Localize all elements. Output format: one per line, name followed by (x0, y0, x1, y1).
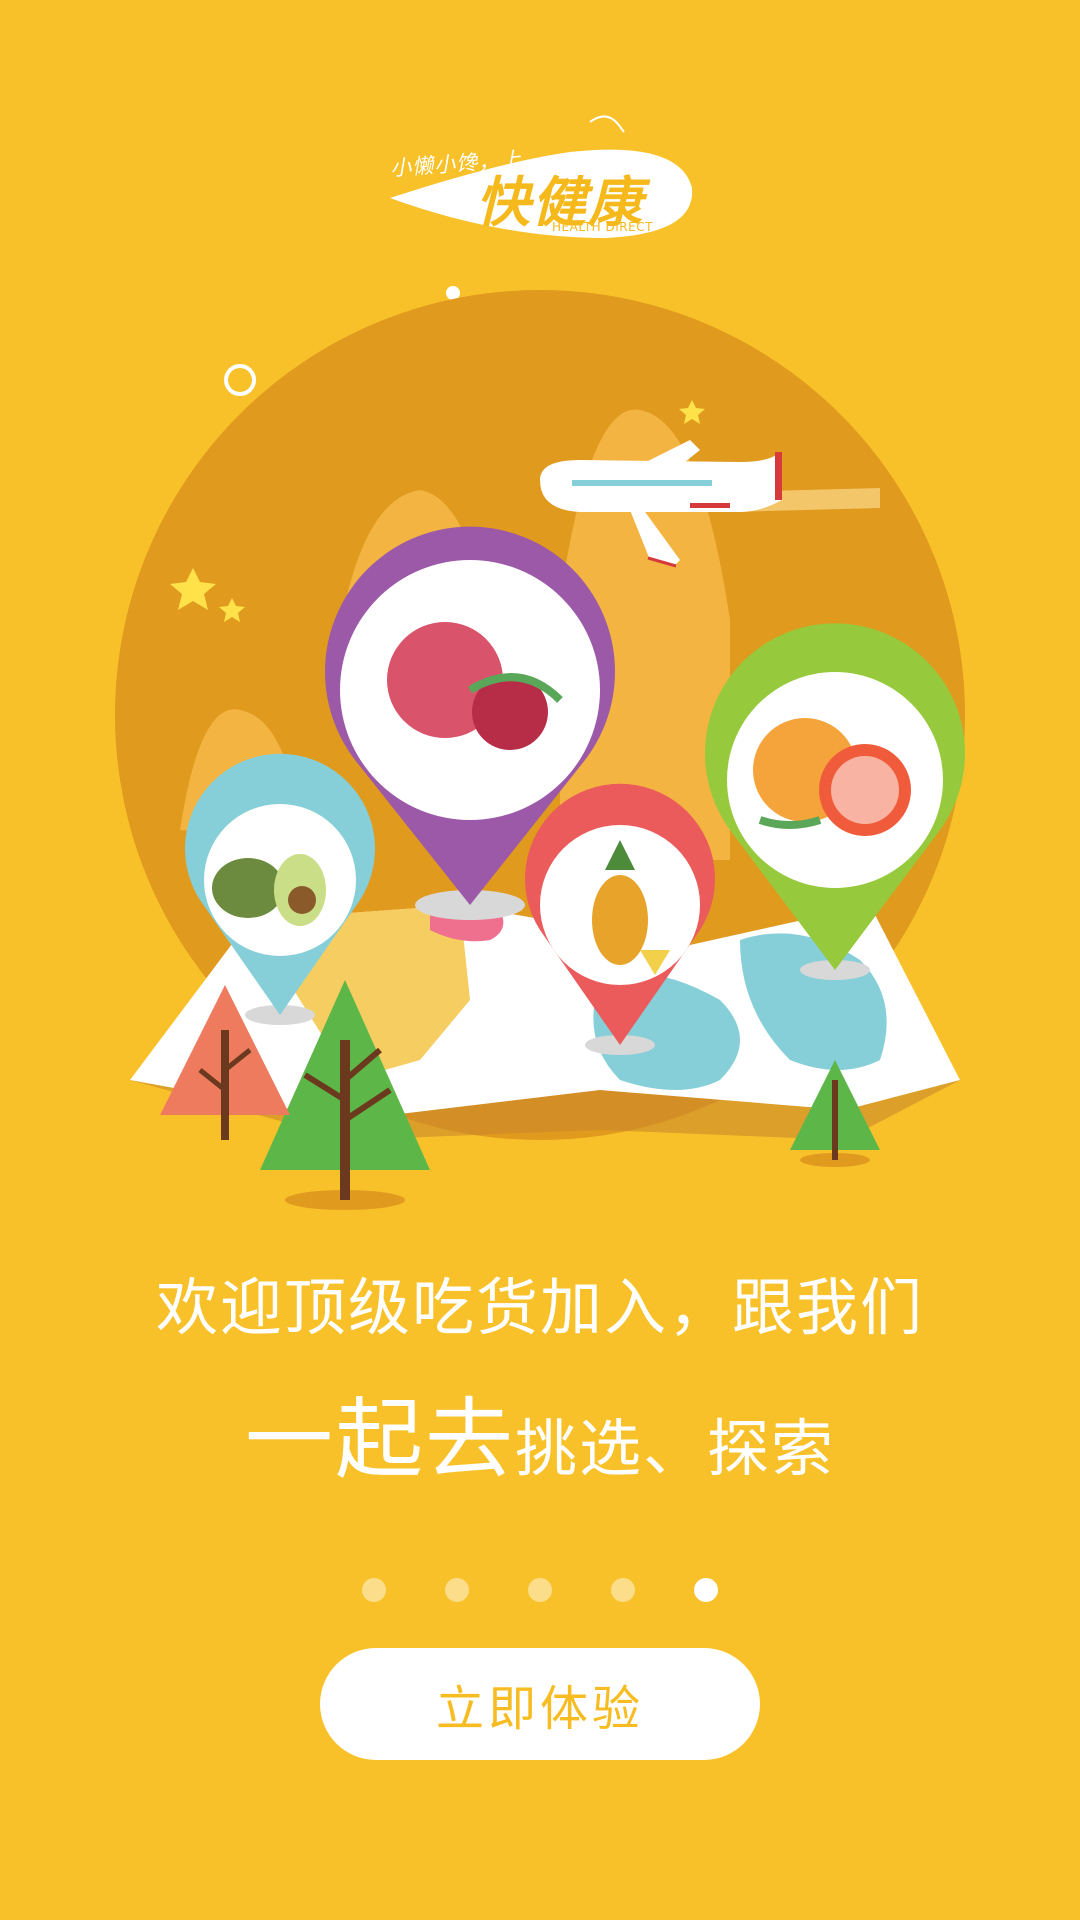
decor-ring (224, 364, 256, 396)
page-dot[interactable] (694, 1578, 718, 1602)
hero-illustration (115, 286, 965, 1210)
page-dot[interactable] (611, 1578, 635, 1602)
page-dot[interactable] (445, 1578, 469, 1602)
page-dot[interactable] (362, 1578, 386, 1602)
page-dot[interactable] (528, 1578, 552, 1602)
page-indicator (0, 1578, 1080, 1602)
headline-line-2: 一起去挑选、探索 (0, 1390, 1080, 1515)
start-experience-button[interactable]: 立即体验 (320, 1648, 760, 1760)
logo-subtitle: HEALTH DIRECT (552, 220, 653, 234)
decor-dot (446, 286, 460, 300)
headline-emphasis: 一起去 (244, 1388, 515, 1491)
headline-rest: 挑选、探索 (515, 1412, 836, 1485)
headline-line-1: 欢迎顶级吃货加入，跟我们 (155, 1271, 924, 1344)
guide-screen: 小懒小馋，上 快健康 HEALTH DIRECT 欢迎顶级吃货加入，跟我们 一起… (0, 0, 1080, 1920)
brand-logo: 小懒小馋，上 快健康 HEALTH DIRECT (380, 110, 710, 250)
